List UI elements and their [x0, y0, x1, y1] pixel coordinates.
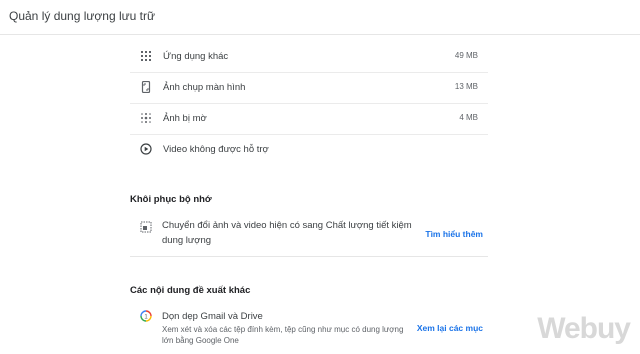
svg-text:1: 1: [144, 314, 148, 320]
list-item-label: Ảnh chụp màn hình: [163, 82, 246, 93]
apps-grid-icon: [141, 51, 151, 61]
webuy-watermark: Webuy: [537, 312, 631, 345]
review-items-link[interactable]: Xem lại các mục: [417, 323, 483, 333]
cleanup-text: Dọn dẹp Gmail và Drive Xem xét và xóa cá…: [162, 309, 412, 346]
play-circle-icon: [140, 143, 152, 155]
list-item-size: 13 MB: [454, 82, 478, 91]
cleanup-card: 1 Dọn dẹp Gmail và Drive Xem xét và xóa …: [130, 309, 488, 354]
cleanup-title: Dọn dẹp Gmail và Drive: [162, 311, 263, 322]
divider: [130, 256, 488, 257]
list-item-size: 4 MB: [459, 113, 478, 122]
recover-text: Chuyển đổi ảnh và video hiện có sang Chấ…: [162, 220, 412, 246]
list-item-label: Video không được hỗ trợ: [163, 144, 269, 155]
google-one-icon: 1: [140, 310, 152, 322]
blur-icon: [141, 113, 151, 123]
convert-quality-icon: [140, 221, 152, 233]
recover-card: Chuyển đổi ảnh và video hiện có sang Chấ…: [130, 218, 488, 254]
learn-more-link[interactable]: Tìm hiểu thêm: [425, 229, 483, 239]
cleanup-description: Xem xét và xóa các tệp đính kèm, tệp cũn…: [162, 325, 404, 345]
section-title-recover: Khôi phục bộ nhớ: [130, 194, 212, 205]
page-title: Quản lý dung lượng lưu trữ: [9, 9, 156, 23]
phone-screenshot-icon: [141, 81, 151, 93]
list-item-other-apps[interactable]: Ứng dụng khác 49 MB: [130, 41, 488, 73]
list-item-blurry-photos[interactable]: Ảnh bị mờ 4 MB: [130, 103, 488, 135]
list-item-label: Ảnh bị mờ: [163, 113, 207, 124]
list-item-size: 49 MB: [454, 51, 478, 60]
section-title-suggestions: Các nội dung đề xuất khác: [130, 285, 251, 296]
list-item-unsupported-videos[interactable]: Video không được hỗ trợ: [130, 134, 488, 165]
app-header: Quản lý dung lượng lưu trữ: [0, 0, 640, 35]
list-item-label: Ứng dụng khác: [163, 51, 229, 62]
list-item-screenshots[interactable]: Ảnh chụp màn hình 13 MB: [130, 72, 488, 104]
